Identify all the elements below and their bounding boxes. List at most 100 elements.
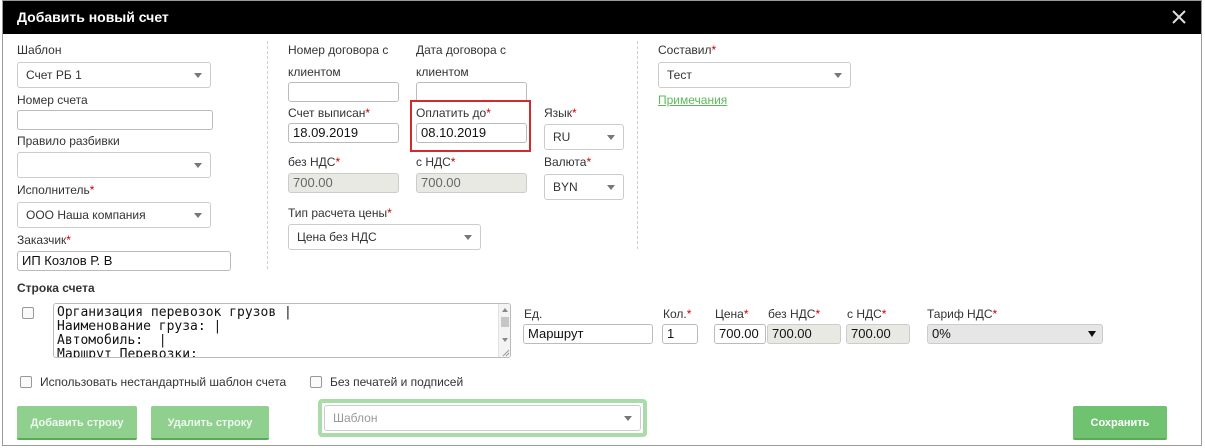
language-select-value: RU xyxy=(553,130,571,144)
add-row-button[interactable]: Добавить строку xyxy=(17,406,137,440)
chevron-down-icon xyxy=(194,213,202,218)
line-no-vat-input: 700.00 xyxy=(767,324,841,344)
delete-row-button[interactable]: Удалить строку xyxy=(151,406,269,440)
language-label: Язык* xyxy=(544,106,577,120)
contract-number-label-2: клиентом xyxy=(288,65,341,79)
contract-date-input[interactable] xyxy=(416,82,527,102)
currency-select[interactable]: BYN xyxy=(544,174,624,200)
pay-until-label: Оплатить до* xyxy=(416,106,491,120)
chevron-down-icon xyxy=(194,163,202,168)
add-invoice-dialog: Добавить новый счет Шаблон Счет РБ 1 Ном… xyxy=(2,0,1202,446)
required-mark: * xyxy=(743,307,749,321)
column-divider xyxy=(267,41,268,269)
account-number-label: Номер счета xyxy=(17,93,88,107)
no-vat-label-text: без НДС xyxy=(288,155,336,169)
executor-select[interactable]: ООО Наша компания xyxy=(17,202,211,228)
executor-select-value: ООО Наша компания xyxy=(26,208,146,222)
currency-label-text: Валюта xyxy=(544,155,587,169)
chevron-down-icon xyxy=(624,416,632,421)
account-number-input[interactable] xyxy=(17,110,213,130)
template-label: Шаблон xyxy=(17,43,62,57)
pay-until-label-text: Оплатить до xyxy=(416,106,487,120)
required-mark: * xyxy=(881,307,887,321)
currency-label: Валюта* xyxy=(544,155,591,169)
split-rule-select[interactable] xyxy=(17,152,211,178)
nonstandard-template-checkbox[interactable] xyxy=(20,376,32,388)
required-mark: * xyxy=(992,307,998,321)
template-select-value: Счет РБ 1 xyxy=(26,68,82,82)
chevron-down-icon xyxy=(834,73,842,78)
contract-number-label-1: Номер договора с xyxy=(288,43,389,57)
description-line: Автомобиль: | xyxy=(57,333,167,348)
with-vat-input: 700.00 xyxy=(416,173,527,193)
dialog-title: Добавить новый счет xyxy=(17,9,169,25)
pay-until-input[interactable]: 08.10.2019 xyxy=(416,123,527,143)
required-mark: * xyxy=(450,155,456,169)
textarea-scrollbar[interactable] xyxy=(498,304,510,357)
required-mark: * xyxy=(66,233,71,247)
column-divider xyxy=(637,41,638,249)
required-mark: * xyxy=(815,307,821,321)
unit-label: Ед. xyxy=(524,307,543,321)
line-with-vat-input: 700.00 xyxy=(846,324,910,344)
line-description-textarea[interactable]: Организация перевозок грузов | Наименова… xyxy=(53,303,511,358)
qty-input[interactable]: 1 xyxy=(662,324,698,344)
tariff-label: Тариф НДС* xyxy=(927,307,997,321)
required-mark: * xyxy=(486,106,491,120)
line-with-vat-label-text: с НДС xyxy=(847,307,882,321)
contract-number-input[interactable] xyxy=(288,82,399,102)
price-type-label-text: Тип расчета цены xyxy=(288,206,388,220)
unit-input[interactable]: Маршрут xyxy=(523,324,653,344)
chevron-down-icon xyxy=(607,135,615,140)
with-vat-label-text: с НДС xyxy=(416,155,451,169)
customer-label-text: Заказчик xyxy=(17,233,67,247)
chevron-down-icon xyxy=(464,235,472,240)
required-mark: * xyxy=(586,155,592,169)
tariff-label-text: Тариф НДС xyxy=(927,307,993,321)
issued-label: Счет выписан* xyxy=(288,106,370,120)
price-input[interactable]: 700.00 xyxy=(714,324,766,344)
save-button[interactable]: Сохранить xyxy=(1073,406,1167,440)
customer-input[interactable]: ИП Козлов Р. В xyxy=(17,251,231,271)
tariff-select[interactable]: 0% xyxy=(927,324,1103,344)
line-no-vat-label-text: без НДС xyxy=(768,307,816,321)
footer-template-select[interactable]: Шаблон xyxy=(324,405,641,431)
price-label: Цена* xyxy=(715,307,749,321)
price-type-label: Тип расчета цены* xyxy=(288,206,392,220)
composer-label: Составил* xyxy=(658,43,716,57)
footer-template-wrapper: Шаблон xyxy=(318,399,647,437)
no-vat-input: 700.00 xyxy=(288,173,399,193)
issued-label-text: Счет выписан xyxy=(288,106,366,120)
chevron-down-icon xyxy=(194,73,202,78)
line-no-vat-label: без НДС* xyxy=(768,307,820,321)
no-stamps-label: Без печатей и подписей xyxy=(330,375,464,389)
issued-date-input[interactable]: 18.09.2019 xyxy=(288,123,399,143)
price-label-text: Цена xyxy=(715,307,744,321)
required-mark: * xyxy=(686,307,692,321)
price-type-select[interactable]: Цена без НДС xyxy=(288,224,481,250)
contract-date-label-1: Дата договора с xyxy=(416,43,506,57)
description-line: Наименование груза: | xyxy=(57,319,222,334)
currency-select-value: BYN xyxy=(553,180,578,194)
composer-select[interactable]: Тест xyxy=(658,62,851,88)
notes-link[interactable]: Примечания xyxy=(658,93,727,107)
no-stamps-checkbox[interactable] xyxy=(310,376,322,388)
line-with-vat-label: с НДС* xyxy=(847,307,886,321)
price-type-select-value: Цена без НДС xyxy=(297,230,377,244)
language-select[interactable]: RU xyxy=(544,124,624,150)
line-select-checkbox[interactable] xyxy=(22,307,34,319)
nonstandard-template-label: Использовать нестандартный шаблон счета xyxy=(40,375,287,389)
required-mark: * xyxy=(711,43,717,57)
required-mark: * xyxy=(387,206,392,220)
required-mark: * xyxy=(572,106,577,120)
split-rule-label: Правило разбивки xyxy=(17,134,120,148)
composer-select-value: Тест xyxy=(667,68,692,82)
no-vat-label: без НДС* xyxy=(288,155,340,169)
executor-label: Исполнитель* xyxy=(17,183,94,197)
close-icon[interactable] xyxy=(1169,7,1189,27)
description-line: Организация перевозок грузов | xyxy=(57,305,292,320)
language-label-text: Язык xyxy=(544,106,573,120)
composer-label-text: Составил xyxy=(658,43,712,57)
template-select[interactable]: Счет РБ 1 xyxy=(17,62,211,88)
required-mark: * xyxy=(335,155,341,169)
